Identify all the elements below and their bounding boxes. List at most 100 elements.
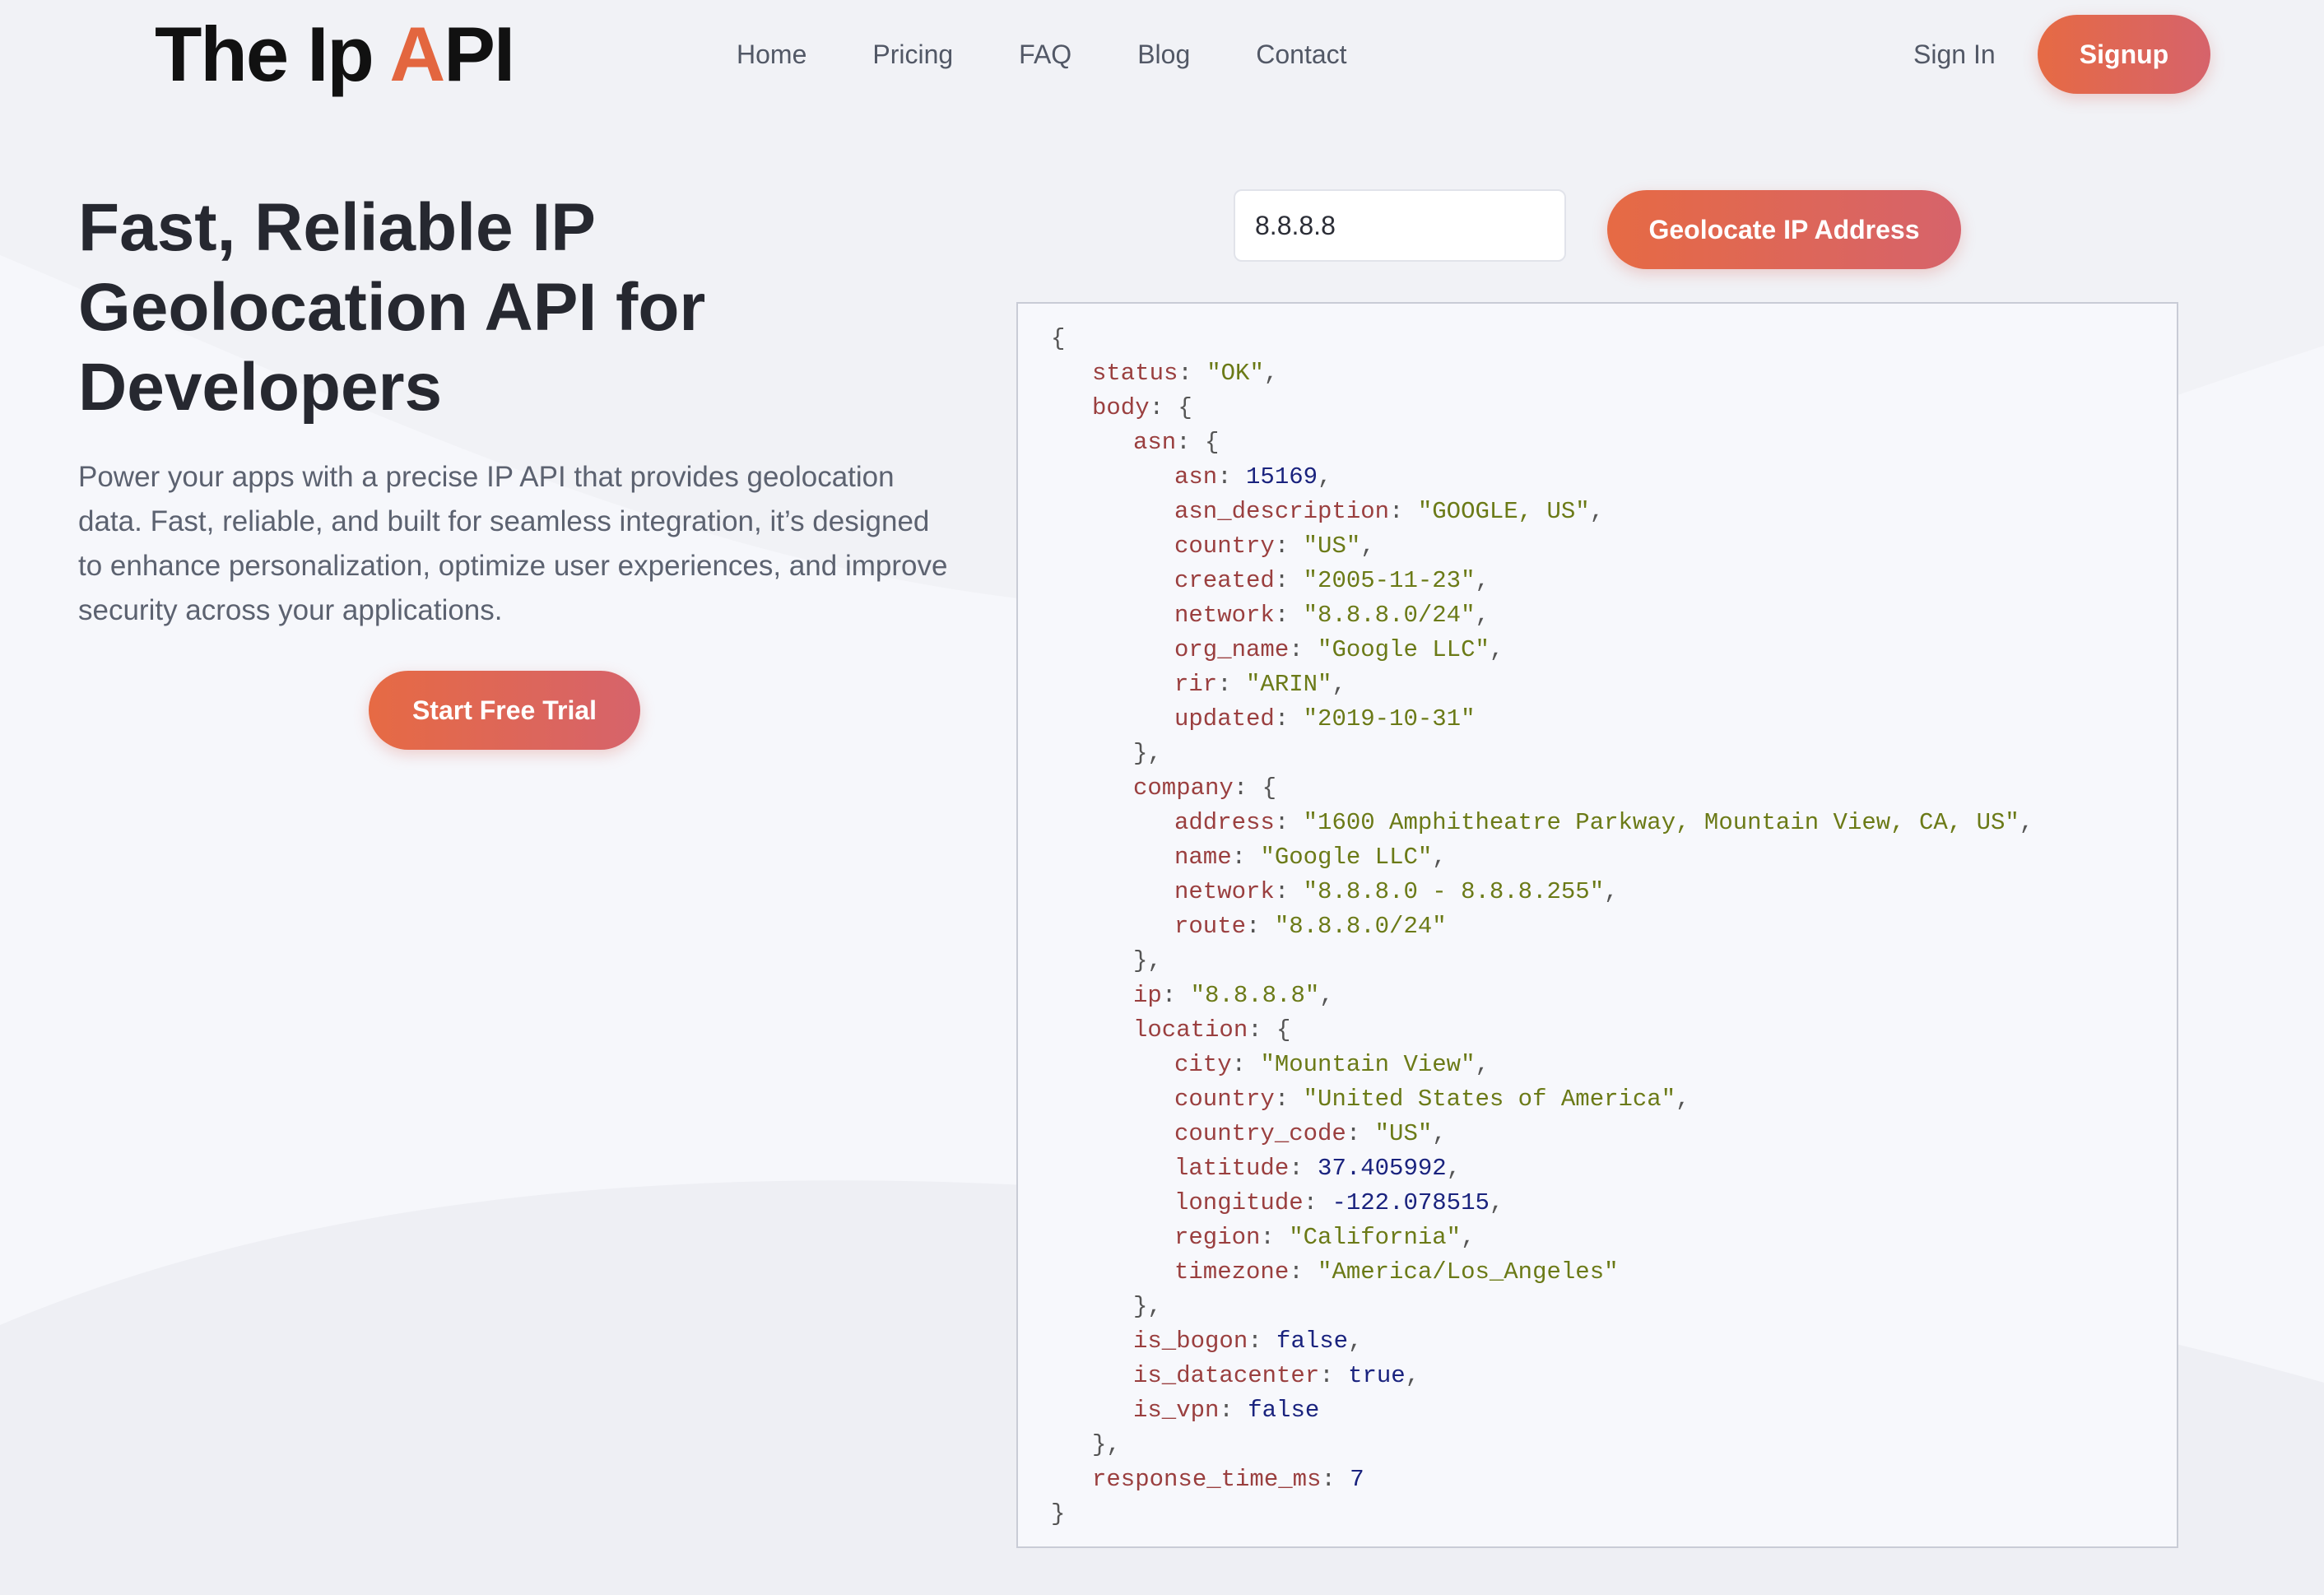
json-string-value: "1600 Amphitheatre Parkway, Mountain Vie… [1303,809,2020,836]
json-punctuation: , [1348,1328,1363,1355]
sign-in-link[interactable]: Sign In [1913,35,1996,74]
json-key: country [1174,532,1275,560]
json-key: status [1092,360,1178,387]
json-punctuation: , [1461,1224,1476,1251]
json-string-value: "Google LLC" [1260,844,1433,871]
response-line: country: "US", [1051,529,2177,564]
json-literal-value: true [1348,1362,1406,1389]
nav-home[interactable]: Home [737,35,806,74]
json-punctuation: }, [1133,740,1162,767]
response-line: updated: "2019-10-31" [1051,702,2177,737]
json-literal-value: 15169 [1246,463,1318,491]
json-literal-value: false [1248,1397,1320,1424]
json-punctuation: : [1389,498,1418,525]
response-line: ip: "8.8.8.8", [1051,979,2177,1013]
response-line: { [1051,322,2177,356]
json-key: city [1174,1051,1232,1078]
response-line: } [1051,1497,2177,1532]
json-punctuation: , [1489,1189,1504,1216]
json-punctuation: : [1289,1258,1318,1286]
json-string-value: "US" [1374,1120,1433,1147]
json-key: route [1174,913,1247,940]
json-punctuation: : [1289,636,1318,663]
response-line: country: "United States of America", [1051,1082,2177,1117]
response-line: company: { [1051,771,2177,806]
json-punctuation: : [1274,1086,1304,1113]
start-free-trial-button[interactable]: Start Free Trial [369,671,640,750]
json-punctuation: }, [1092,1431,1121,1458]
json-punctuation: , [1475,1051,1490,1078]
json-punctuation: : { [1248,1016,1291,1044]
json-punctuation: , [1360,532,1375,560]
json-punctuation: : [1321,1466,1350,1493]
json-punctuation: : [1246,913,1275,940]
signup-button[interactable]: Signup [2038,15,2210,94]
response-line: }, [1051,737,2177,771]
response-line: name: "Google LLC", [1051,840,2177,875]
json-punctuation: }, [1133,1293,1162,1320]
json-key: asn [1133,429,1177,456]
json-key: response_time_ms [1092,1466,1322,1493]
json-punctuation: : [1274,878,1304,905]
json-punctuation: : [1319,1362,1349,1389]
response-line: org_name: "Google LLC", [1051,633,2177,667]
response-line: location: { [1051,1013,2177,1048]
json-punctuation: , [1676,1086,1690,1113]
response-line: is_datacenter: true, [1051,1359,2177,1393]
logo-prefix: The Ip [155,11,390,97]
response-line: asn_description: "GOOGLE, US", [1051,495,2177,529]
response-line: is_vpn: false [1051,1393,2177,1428]
nav-contact[interactable]: Contact [1256,35,1346,74]
json-punctuation: : [1248,1328,1277,1355]
json-punctuation: : [1231,1051,1261,1078]
json-key: country_code [1174,1120,1346,1147]
ip-address-input[interactable] [1234,189,1566,262]
nav-faq[interactable]: FAQ [1019,35,1071,74]
json-string-value: "8.8.8.0/24" [1274,913,1447,940]
json-punctuation: : [1274,602,1304,629]
json-key: name [1174,844,1232,871]
json-punctuation: : [1217,463,1247,491]
json-punctuation: }, [1133,947,1162,974]
geolocate-button[interactable]: Geolocate IP Address [1607,190,1961,269]
json-key: asn [1174,463,1218,491]
json-string-value: "California" [1289,1224,1462,1251]
hero-description: Power your apps with a precise IP API th… [78,461,948,626]
json-punctuation: : [1231,844,1261,871]
json-punctuation: : [1178,360,1207,387]
json-key: body [1092,394,1150,421]
json-punctuation: : [1219,1397,1248,1424]
json-literal-value: false [1276,1328,1349,1355]
logo-accent-letter: A [389,11,445,97]
json-string-value: "8.8.8.0/24" [1303,602,1476,629]
json-string-value: "United States of America" [1303,1086,1676,1113]
json-string-value: "America/Los_Angeles" [1318,1258,1619,1286]
json-key: location [1133,1016,1248,1044]
json-punctuation: , [1489,636,1504,663]
site-logo[interactable]: The Ip API [155,8,515,101]
main-nav: Home Pricing FAQ Blog Contact [737,35,1413,74]
json-string-value: "US" [1303,532,1361,560]
json-key: is_datacenter [1133,1362,1320,1389]
json-key: is_vpn [1133,1397,1220,1424]
json-punctuation: , [1475,567,1490,594]
json-punctuation: : { [1233,774,1277,802]
response-line: region: "California", [1051,1221,2177,1255]
json-punctuation: , [1318,463,1332,491]
json-literal-value: -122.078515 [1332,1189,1490,1216]
json-key: timezone [1174,1258,1290,1286]
response-line: network: "8.8.8.0 - 8.8.8.255", [1051,875,2177,909]
json-punctuation: , [1319,982,1334,1009]
json-punctuation: : [1260,1224,1290,1251]
nav-blog[interactable]: Blog [1137,35,1190,74]
json-string-value: "2005-11-23" [1303,567,1476,594]
json-key: latitude [1174,1155,1290,1182]
response-line: asn: { [1051,425,2177,460]
json-key: rir [1174,671,1218,698]
nav-pricing[interactable]: Pricing [872,35,953,74]
json-punctuation: : { [1149,394,1192,421]
api-response-panel: {status: "OK", body: {asn: {asn: 15169, as… [1016,302,2178,1548]
response-line: country_code: "US", [1051,1117,2177,1151]
json-string-value: "Google LLC" [1318,636,1490,663]
response-line: response_time_ms: 7 [1051,1462,2177,1497]
